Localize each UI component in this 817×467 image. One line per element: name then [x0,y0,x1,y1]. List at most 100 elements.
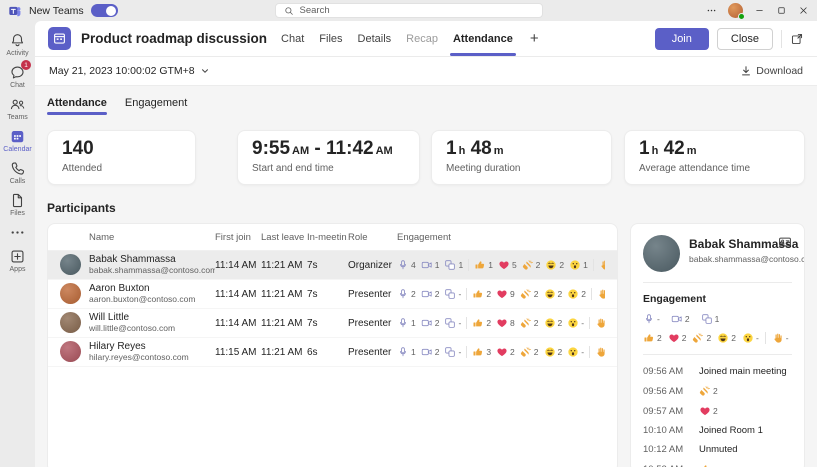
search-placeholder: Search [300,5,330,16]
heart-count: 2 [496,346,515,358]
contact-card-icon[interactable] [778,235,792,249]
more-icon [9,224,26,241]
new-teams-toggle[interactable] [91,4,118,17]
divider [643,354,792,355]
teams-logo-icon [8,4,22,18]
like-count [699,463,713,467]
sidebar-item-calls[interactable]: Calls [0,156,35,188]
report-tab-attendance[interactable]: Attendance [47,97,107,115]
card-value: 9:55AM - 11:42AM [252,139,405,160]
search-input[interactable]: Search [275,3,543,18]
heart-count: 2 [699,405,718,417]
first-join-value: 11:14 AM [215,318,261,329]
column-header: Engagement [397,232,605,243]
in-meeting-duration: 7s [307,289,348,300]
detail-email: babak.shammassa@contoso.com [689,254,769,264]
timeline-entry: 10:52 AM [643,463,792,467]
in-meeting-duration: 6s [307,347,348,358]
camera-count: 2 [671,313,690,325]
participant-detail-panel: Babak Shammassa babak.shammassa@contoso.… [630,223,805,467]
sidebar-item-teams[interactable]: Teams [0,92,35,124]
participant-engagement: 41115221- [397,259,605,271]
user-avatar[interactable] [728,3,743,18]
tab-details[interactable]: Details [358,21,392,56]
add-tab-button[interactable]: + [528,30,541,47]
participant-engagement: 22-29222- [397,288,605,300]
timeline-event: Joined Room 1 [699,425,763,436]
surprised-count: - [742,332,759,344]
rooms-count: 1 [444,259,463,271]
minimize-button[interactable] [754,5,765,16]
sidebar-item-more[interactable] [0,220,35,244]
chevron-down-icon [200,66,210,76]
sidebar-item-files[interactable]: Files [0,188,35,220]
participant-avatar [60,283,81,304]
participant-row[interactable]: Will Littlewill.little@contoso.com11:14 … [48,309,617,338]
participant-email: will.little@contoso.com [89,324,175,334]
clap-count: 2 [699,385,718,397]
surprised-count: - [567,317,584,329]
new-teams-label: New Teams [29,5,84,17]
meeting-title: Product roadmap discussion [81,31,267,46]
open-in-window-icon[interactable] [790,32,804,46]
timeline-entry: 10:12 AMUnmuted [643,444,792,455]
participant-role: Organizer [348,260,397,271]
participant-email: hilary.reyes@contoso.com [89,353,189,363]
download-button[interactable]: Download [740,65,803,77]
bell-icon [9,32,26,49]
participant-role: Presenter [348,318,397,329]
hand-count: - [595,346,605,358]
session-selector[interactable] [200,66,210,76]
divider [781,30,782,48]
timeline-event: Unmuted [699,444,738,455]
sidebar-item-label: Apps [10,266,26,273]
close-window-button[interactable] [798,5,809,16]
clap-count: 2 [520,346,539,358]
camera-count: 2 [421,317,440,329]
close-button[interactable]: Close [717,28,773,50]
heart-count: 5 [498,259,517,271]
participant-email: aaron.buxton@contoso.com [89,295,195,305]
more-icon [706,5,717,16]
maximize-button[interactable] [776,5,787,16]
titlebar-more-button[interactable] [706,5,717,16]
surprised-count: 2 [567,288,586,300]
meeting-header: Product roadmap discussion Chat Files Deta… [35,21,817,57]
participant-row[interactable]: Aaron Buxtonaaron.buxton@contoso.com11:1… [48,280,617,309]
sidebar-item-apps[interactable]: Apps [0,244,35,276]
in-meeting-duration: 7s [307,318,348,329]
participant-row[interactable]: Hilary Reyeshilary.reyes@contoso.com11:1… [48,338,617,367]
close-icon [798,5,809,16]
sidebar-item-label: Teams [7,114,28,121]
meeting-calendar-icon [48,27,71,50]
join-button[interactable]: Join [655,28,709,50]
divider [643,282,792,283]
meeting-datetime: May 21, 2023 10:00:02 GTM+8 [49,65,195,77]
card-label: Average attendance time [639,163,790,174]
report-tab-engagement[interactable]: Engagement [125,97,187,115]
download-icon [740,65,752,77]
rooms-count: - [444,346,461,358]
participant-row[interactable]: Babak Shammassababak.shammassa@contoso.c… [48,251,617,280]
surprised-count: - [567,346,584,358]
meeting-tabs: Chat Files Details Recap Attendance + [281,21,541,56]
participant-engagement: 12-2822-- [397,317,605,329]
participant-engagement: 12-3222-- [397,346,605,358]
timeline-time: 10:10 AM [643,425,689,436]
rooms-count: - [444,288,461,300]
sidebar-item-calendar[interactable]: Calendar [0,124,35,156]
tab-recap[interactable]: Recap [406,21,438,56]
teams-window: New Teams Search Activity1ChatTeamsCalen… [0,0,817,467]
sidebar-item-chat[interactable]: 1Chat [0,60,35,92]
tab-files[interactable]: Files [319,21,342,56]
sidebar-item-activity[interactable]: Activity [0,28,35,60]
tab-chat[interactable]: Chat [281,21,304,56]
sidebar: Activity1Chat Teams CalendarCallsFiles Apps [0,21,35,467]
maximize-icon [776,5,787,16]
mic-count: 4 [397,259,416,271]
laugh-count: 2 [544,346,563,358]
timeline-time: 10:52 AM [643,464,689,467]
mic-count: 1 [397,346,416,358]
participant-role: Presenter [348,347,397,358]
tab-attendance[interactable]: Attendance [453,21,513,56]
